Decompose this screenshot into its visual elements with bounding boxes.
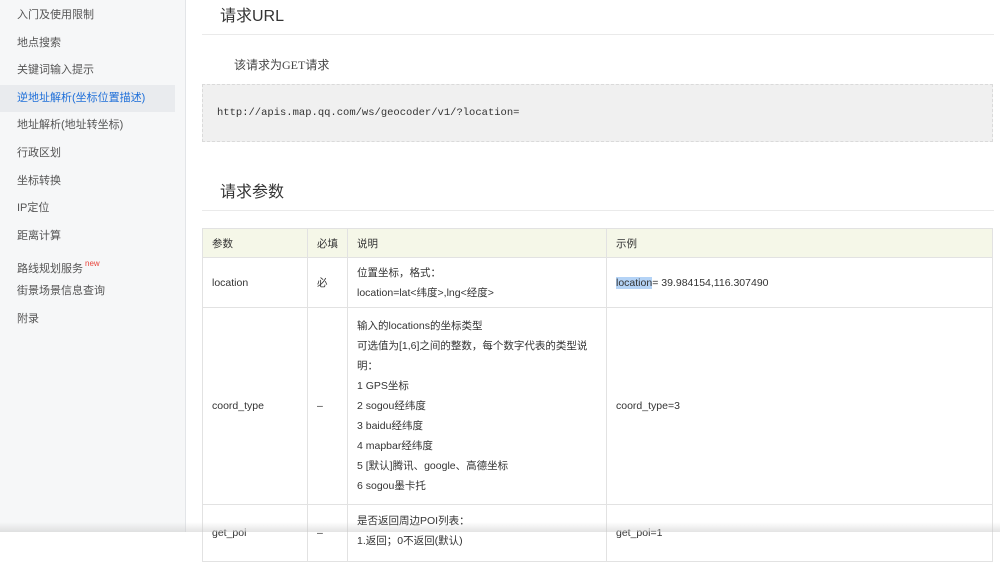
description-line: 1.返回；0不返回(默认): [357, 535, 463, 547]
sidebar-item-label: 地点搜索: [17, 36, 61, 49]
main-content: 请求URL 该请求为GET请求 http://apis.map.qq.com/w…: [186, 0, 1000, 562]
table-row: get_poi – 是否返回周边POI列表： 1.返回；0不返回(默认) get…: [202, 504, 993, 562]
table-header-row: 参数 必填 说明 示例: [202, 228, 993, 258]
description-line: location=lat<纬度>,lng<经度>: [357, 286, 494, 299]
request-url-heading: 请求URL: [220, 8, 285, 25]
sidebar-item-label: 行政区划: [17, 146, 61, 159]
param-name: get_poi: [202, 504, 308, 562]
sidebar-item-label: 坐标转换: [17, 174, 61, 187]
example-text: = 39.984154,116.307490: [652, 276, 769, 289]
param-example: get_poi=1: [606, 504, 993, 562]
params-table: 参数 必填 说明 示例 location 必 位置坐标，格式： location…: [202, 228, 993, 562]
sidebar-item-label: 地址解析(地址转坐标): [17, 119, 124, 132]
sidebar-item-label: 街景场景信息查询: [17, 284, 105, 297]
sidebar-item-place-search[interactable]: 地点搜索: [0, 30, 175, 58]
column-header-required: 必填: [307, 228, 348, 258]
sidebar-item-label: 入门及使用限制: [17, 9, 94, 21]
description-line: 位置坐标，格式：: [357, 266, 441, 279]
param-description: 位置坐标，格式： location=lat<纬度>,lng<经度>: [347, 257, 607, 308]
param-example: coord_type=3: [606, 307, 993, 505]
column-header-param: 参数: [202, 228, 308, 258]
selected-text[interactable]: location: [616, 276, 653, 289]
sidebar-item-label: 逆地址解析(坐标位置描述): [17, 91, 146, 104]
request-method-description: 该请求为GET请求: [234, 58, 330, 72]
table-row: coord_type – 输入的locations的坐标类型 可选值为[1,6]…: [202, 307, 993, 505]
param-name: location: [202, 257, 308, 308]
description-line: 6 sogou墨卡托: [357, 480, 426, 492]
description-line: 3 baidu经纬度: [357, 420, 423, 432]
sidebar-item-appendix[interactable]: 附录: [0, 306, 175, 334]
column-header-description: 说明: [347, 228, 607, 258]
table-row: location 必 位置坐标，格式： location=lat<纬度>,lng…: [202, 257, 993, 308]
sidebar-item-label: 附录: [17, 312, 39, 325]
param-required: –: [307, 307, 348, 505]
sidebar-item-geocoder[interactable]: 地址解析(地址转坐标): [0, 112, 175, 140]
sidebar-item-label: 距离计算: [17, 229, 61, 242]
sidebar-item-district[interactable]: 行政区划: [0, 140, 175, 168]
new-badge: new: [85, 259, 100, 269]
divider: [202, 210, 994, 211]
code-block: http://apis.map.qq.com/ws/geocoder/v1/?l…: [202, 84, 993, 142]
param-description: 输入的locations的坐标类型 可选值为[1,6]之间的整数，每个数字代表的…: [347, 307, 607, 505]
sidebar-item-intro[interactable]: 入门及使用限制: [0, 2, 175, 30]
bottom-shadow: [0, 522, 1000, 532]
sidebar-item-route-planning[interactable]: 路线规划服务 new: [0, 250, 175, 278]
param-required: 必: [307, 257, 348, 308]
description-line: 1 GPS坐标: [357, 380, 409, 392]
description-line: 5 [默认]腾讯、google、高德坐标: [357, 460, 509, 472]
sidebar-item-label: IP定位: [17, 202, 50, 215]
column-header-example: 示例: [606, 228, 993, 258]
param-required: –: [307, 504, 348, 562]
param-name: coord_type: [202, 307, 308, 505]
description-line: 2 sogou经纬度: [357, 400, 426, 412]
description-line: 可选值为[1,6]之间的整数，每个数字代表的类型说明：: [357, 340, 588, 372]
description-line: 输入的locations的坐标类型: [357, 320, 483, 332]
sidebar-item-ip-location[interactable]: IP定位: [0, 195, 175, 223]
sidebar-item-coord-convert[interactable]: 坐标转换: [0, 168, 175, 196]
request-url-code[interactable]: http://apis.map.qq.com/ws/geocoder/v1/?l…: [217, 107, 519, 119]
sidebar-nav: 入门及使用限制 地点搜索 关键词输入提示 逆地址解析(坐标位置描述) 地址解析(…: [0, 0, 186, 532]
sidebar-item-keyword-suggest[interactable]: 关键词输入提示: [0, 57, 175, 85]
description-line: 4 mapbar经纬度: [357, 440, 433, 452]
sidebar-item-label: 路线规划服务: [17, 263, 83, 276]
sidebar-item-label: 关键词输入提示: [17, 64, 94, 77]
sidebar-item-streetview[interactable]: 街景场景信息查询: [0, 278, 175, 306]
sidebar-item-distance[interactable]: 距离计算: [0, 223, 175, 251]
param-example: location= 39.984154,116.307490: [606, 257, 993, 308]
param-description: 是否返回周边POI列表： 1.返回；0不返回(默认): [347, 504, 607, 562]
sidebar-item-reverse-geocoder[interactable]: 逆地址解析(坐标位置描述): [0, 84, 175, 113]
request-params-heading: 请求参数: [220, 184, 285, 201]
divider: [202, 34, 994, 35]
